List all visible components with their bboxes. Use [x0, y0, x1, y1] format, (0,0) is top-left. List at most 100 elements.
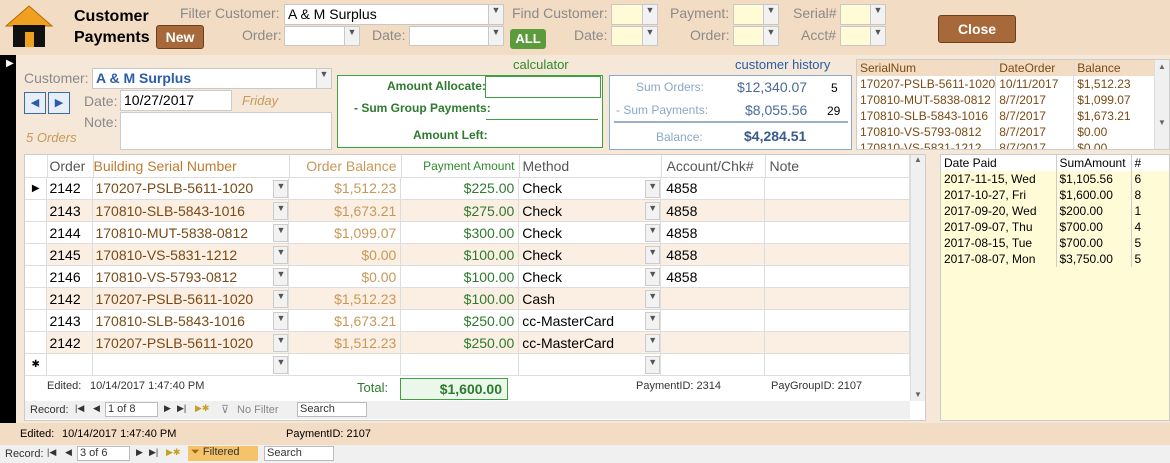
- search-box[interactable]: Search: [297, 402, 367, 417]
- account-cell[interactable]: 4858: [660, 199, 766, 222]
- serial-cell[interactable]: 170810-SLB-5843-1016 ▼: [92, 199, 290, 222]
- main-filtered-status[interactable]: ⏷ Filtered: [188, 446, 258, 461]
- main-last-record-button[interactable]: ▶|: [149, 447, 158, 458]
- order-cell[interactable]: 2143: [46, 309, 94, 332]
- serial-cell[interactable]: 170207-PSLB-5611-1020 ▼: [92, 331, 290, 354]
- chevron-down-icon[interactable]: ▼: [273, 268, 288, 286]
- chevron-down-icon[interactable]: ▼: [273, 246, 288, 264]
- chevron-down-icon[interactable]: ▼: [273, 356, 288, 374]
- method-cell[interactable]: Check ▼: [518, 199, 662, 222]
- main-record-position[interactable]: 3 of 6: [77, 446, 130, 461]
- payment-amount-cell[interactable]: $300.00: [400, 221, 520, 244]
- table-row[interactable]: 2143 170810-SLB-5843-1016 ▼ $1,673.21 $275.0…: [25, 199, 910, 222]
- payment-amount-cell[interactable]: $225.00: [400, 177, 520, 200]
- list-item[interactable]: 170810-VS-5831-1212 8/7/2017 $0.00: [857, 140, 1155, 149]
- list-item[interactable]: 2017-11-15, Wed $1,105.56 6: [941, 171, 1169, 187]
- serial-cell[interactable]: 170207-PSLB-5611-1020 ▼: [92, 287, 290, 310]
- main-next-record-button[interactable]: ▶: [136, 447, 143, 458]
- note-cell[interactable]: [764, 243, 910, 266]
- method-cell[interactable]: Check ▼: [518, 243, 662, 266]
- close-button[interactable]: Close: [938, 15, 1016, 43]
- chevron-down-icon[interactable]: ▼: [763, 5, 778, 24]
- account-cell[interactable]: 4858: [660, 177, 766, 200]
- note-field[interactable]: [120, 112, 332, 150]
- chevron-down-icon[interactable]: ▼: [645, 246, 660, 264]
- new-method-cell[interactable]: ▼: [518, 353, 662, 376]
- account-cell[interactable]: 4858: [660, 221, 766, 244]
- method-cell[interactable]: Cash ▼: [518, 287, 662, 310]
- payment-amount-cell[interactable]: $100.00: [400, 287, 520, 310]
- chevron-down-icon[interactable]: ▼: [763, 27, 778, 45]
- row-selector[interactable]: [25, 243, 48, 266]
- note-cell[interactable]: [764, 177, 910, 200]
- prev-record-button[interactable]: ◀: [93, 403, 100, 414]
- prev-customer-button[interactable]: ◀: [24, 92, 46, 114]
- chevron-down-icon[interactable]: ▼: [488, 27, 503, 45]
- chevron-down-icon[interactable]: ▼: [273, 224, 288, 242]
- new-note-cell[interactable]: [764, 353, 910, 376]
- filter-customer-combo[interactable]: A & M Surplus ▼: [284, 4, 504, 25]
- date-combo[interactable]: ▼: [409, 26, 504, 46]
- main-prev-record-button[interactable]: ◀: [65, 447, 72, 458]
- note-cell[interactable]: [764, 199, 910, 222]
- method-cell[interactable]: cc-MasterCard ▼: [518, 331, 662, 354]
- main-new-record-icon[interactable]: ▶✱: [166, 447, 180, 458]
- chevron-down-icon[interactable]: ▼: [645, 334, 660, 352]
- payments-list[interactable]: Date Paid SumAmount # 2017-11-15, Wed $1,10…: [940, 154, 1170, 421]
- row-selector[interactable]: [25, 287, 48, 310]
- chevron-down-icon[interactable]: ▼: [488, 5, 503, 24]
- serial-cell[interactable]: 170810-VS-5831-1212 ▼: [92, 243, 290, 266]
- new-account-cell[interactable]: [660, 353, 766, 376]
- chevron-down-icon[interactable]: ▼: [273, 202, 288, 220]
- customer-date-field[interactable]: 10/27/2017: [120, 90, 232, 111]
- chevron-down-icon[interactable]: ▼: [645, 290, 660, 308]
- serial-cell[interactable]: 170207-PSLB-5611-1020 ▼: [92, 177, 290, 200]
- new-serial-cell[interactable]: ▼: [92, 353, 290, 376]
- row-selector[interactable]: ✱: [25, 353, 48, 376]
- table-row[interactable]: 2145 170810-VS-5831-1212 ▼ $0.00 $100.00 Chec…: [25, 243, 910, 266]
- new-button[interactable]: New: [156, 25, 204, 49]
- grid-scrollbar[interactable]: ▲ ▼: [910, 155, 925, 401]
- chevron-down-icon[interactable]: ▼: [642, 5, 657, 24]
- all-button[interactable]: ALL: [510, 29, 546, 49]
- chevron-down-icon[interactable]: ▼: [870, 5, 885, 24]
- serial-cell[interactable]: 170810-SLB-5843-1016 ▼: [92, 309, 290, 332]
- chevron-down-icon[interactable]: ▼: [273, 290, 288, 308]
- note-cell[interactable]: [764, 287, 910, 310]
- order-cell[interactable]: 2142: [46, 331, 94, 354]
- row-selector[interactable]: [25, 221, 48, 244]
- chevron-down-icon[interactable]: ▼: [645, 312, 660, 330]
- row-selector[interactable]: [25, 199, 48, 222]
- list-item[interactable]: 170207-PSLB-5611-1020 10/11/2017 $1,512.23: [857, 76, 1155, 92]
- payment-amount-cell[interactable]: $100.00: [400, 265, 520, 288]
- new-record-icon[interactable]: ▶✱: [195, 403, 209, 414]
- filter-icon[interactable]: ⊽: [221, 403, 229, 416]
- serial-cell[interactable]: 170810-VS-5793-0812 ▼: [92, 265, 290, 288]
- chevron-down-icon[interactable]: ▼: [645, 202, 660, 220]
- note-cell[interactable]: [764, 331, 910, 354]
- account-cell[interactable]: [660, 331, 766, 354]
- payment-amount-cell[interactable]: $100.00: [400, 243, 520, 266]
- table-row[interactable]: 2144 170810-MUT-5838-0812 ▼ $1,099.07 $300.0…: [25, 221, 910, 244]
- last-record-button[interactable]: ▶|: [177, 403, 186, 414]
- account-cell[interactable]: [660, 287, 766, 310]
- amount-allocate-input[interactable]: [485, 76, 601, 98]
- method-cell[interactable]: Check ▼: [518, 177, 662, 200]
- table-row[interactable]: 2142 170207-PSLB-5611-1020 ▼ $1,512.23 $250.…: [25, 331, 910, 354]
- list-item[interactable]: 2017-08-15, Tue $700.00 5: [941, 235, 1169, 251]
- table-row[interactable]: 2142 170207-PSLB-5611-1020 ▼ $1,512.23 $100.…: [25, 287, 910, 310]
- account-cell[interactable]: [660, 309, 766, 332]
- note-cell[interactable]: [764, 309, 910, 332]
- table-row[interactable]: 2143 170810-SLB-5843-1016 ▼ $1,673.21 $250.0…: [25, 309, 910, 332]
- order-cell[interactable]: 2142: [46, 177, 94, 200]
- scrollbar[interactable]: ▲ ▼: [1155, 60, 1169, 149]
- row-selector[interactable]: [25, 331, 48, 354]
- order-cell[interactable]: 2145: [46, 243, 94, 266]
- find-customer-combo[interactable]: ▼: [611, 4, 658, 25]
- list-item[interactable]: 170810-SLB-5843-1016 8/7/2017 $1,673.21: [857, 108, 1155, 124]
- payment-amount-cell[interactable]: $250.00: [400, 331, 520, 354]
- row-selector[interactable]: [25, 309, 48, 332]
- filter-status[interactable]: No Filter: [237, 404, 279, 416]
- acct-combo[interactable]: ▼: [840, 26, 886, 46]
- next-record-button[interactable]: ▶: [164, 403, 171, 414]
